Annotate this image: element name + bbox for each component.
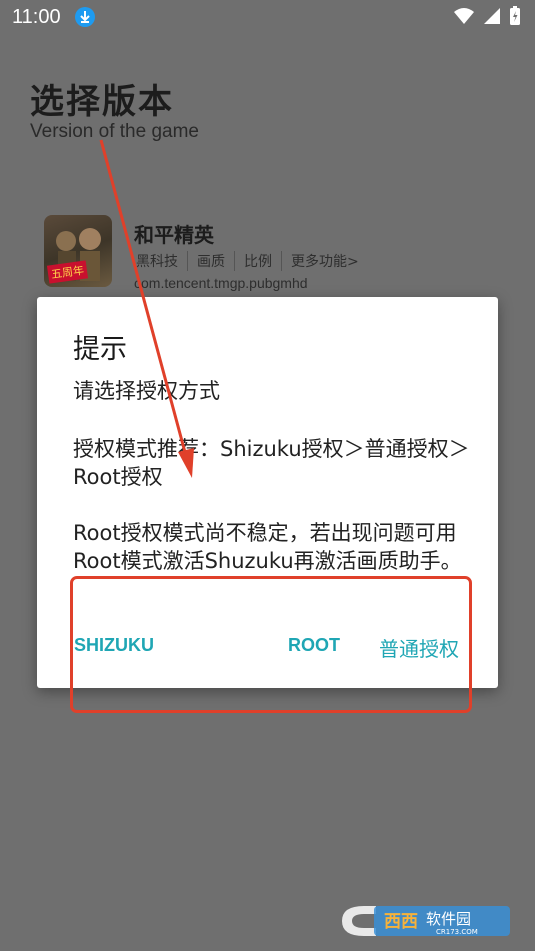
svg-text:软件园: 软件园: [426, 910, 471, 928]
watermark-logo: 西西 软件园 CR173.COM: [336, 900, 516, 942]
svg-text:西西: 西西: [384, 912, 418, 932]
svg-text:CR173.COM: CR173.COM: [436, 928, 478, 936]
annotation-arrow: [99, 139, 194, 478]
